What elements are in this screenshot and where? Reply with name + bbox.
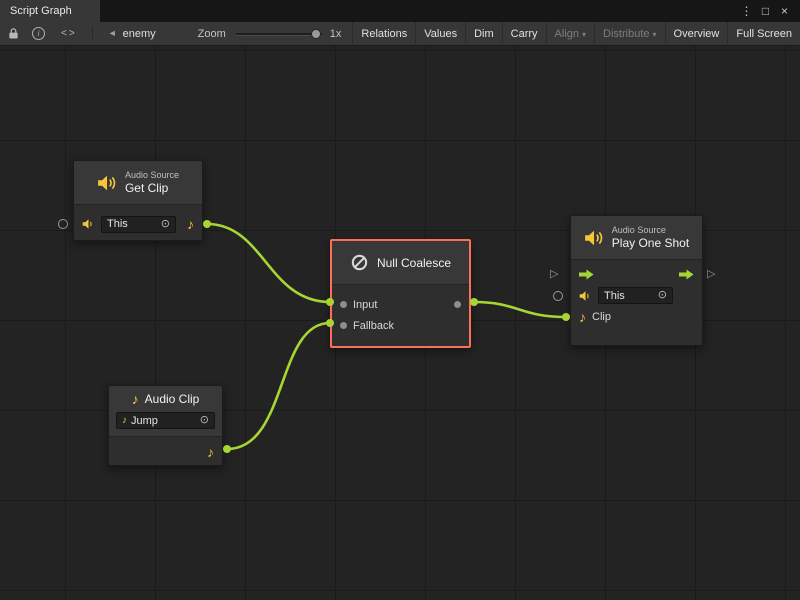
fallback-port-row: Fallback	[332, 315, 469, 336]
output-port[interactable]	[454, 301, 461, 308]
zoom-value: 1x	[330, 28, 342, 40]
node-category: Audio Source	[612, 225, 689, 236]
audio-clip-icon: ♪	[132, 392, 139, 406]
chevron-down-icon: ▾	[653, 30, 657, 39]
node-title: Audio Clip	[145, 392, 200, 406]
audio-clip-picker[interactable]: ♪ Jump ⊙	[116, 412, 215, 429]
object-picker-icon[interactable]: ⊙	[161, 219, 170, 230]
node-title: Null Coalesce	[377, 256, 451, 270]
distribute-label: Distribute	[603, 28, 649, 40]
tab-bar: Script Graph ⋮ □ ×	[0, 0, 800, 22]
node-category: Audio Source	[125, 170, 179, 181]
window-controls: ⋮ □ ×	[739, 0, 800, 22]
align-button[interactable]: Align▾	[546, 22, 594, 46]
window-menu-icon[interactable]: ⋮	[739, 4, 754, 18]
get-clip-target-input-port[interactable]	[58, 219, 68, 229]
flow-input-arrow-icon[interactable]	[579, 269, 594, 280]
audio-clip-value: Jump	[131, 415, 158, 427]
dim-label: Dim	[474, 28, 494, 40]
back-arrow-icon: ◄	[108, 29, 117, 38]
audio-source-icon	[584, 229, 604, 247]
zoom-label: Zoom	[198, 28, 226, 40]
relations-label: Relations	[361, 28, 407, 40]
flow-output-port-triangle[interactable]: ▷	[707, 269, 715, 280]
node-play-one-shot-header: Audio Source Play One Shot	[571, 216, 702, 260]
dim-button[interactable]: Dim	[465, 22, 502, 46]
node-audio-clip-header: ♪ Audio Clip	[109, 386, 222, 411]
values-label: Values	[424, 28, 457, 40]
toolbar-button-group: Relations Values Dim Carry Align▾ Distri…	[352, 22, 800, 46]
node-audio-clip[interactable]: ♪ Audio Clip ♪ Jump ⊙ ♪	[108, 385, 223, 466]
tab-script-graph[interactable]: Script Graph	[0, 0, 100, 22]
audio-clip-output-port-icon[interactable]: ♪	[187, 217, 194, 231]
overview-button[interactable]: Overview	[665, 22, 728, 46]
chevron-down-icon: ▾	[582, 30, 586, 39]
target-picker[interactable]: This ⊙	[101, 216, 176, 233]
flow-input-port-triangle[interactable]: ▷	[550, 269, 558, 280]
audio-clip-port-icon[interactable]: ♪	[579, 310, 586, 324]
toolbar-separator	[92, 26, 93, 41]
zoom-slider-handle[interactable]	[311, 29, 321, 39]
node-get-clip-header: Audio Source Get Clip	[74, 161, 202, 205]
carry-button[interactable]: Carry	[502, 22, 546, 46]
target-value: This	[604, 290, 625, 302]
get-clip-target-row: This ⊙ ♪	[74, 210, 202, 238]
play-one-shot-target-input-port[interactable]	[553, 291, 563, 301]
window-close-icon[interactable]: ×	[777, 4, 792, 18]
node-null-coalesce[interactable]: Null Coalesce Input Fallback	[330, 239, 471, 348]
clip-port-label: Clip	[592, 311, 611, 323]
node-title: Get Clip	[125, 181, 179, 195]
relations-button[interactable]: Relations	[352, 22, 415, 46]
lock-icon[interactable]	[8, 22, 19, 46]
audio-clip-output-row: ♪	[109, 441, 222, 462]
info-icon[interactable]: i	[32, 27, 45, 40]
node-title: Play One Shot	[612, 236, 689, 250]
distribute-button[interactable]: Distribute ▾	[594, 22, 664, 46]
full-screen-label: Full Screen	[736, 28, 792, 40]
audio-clip-output-port-icon[interactable]: ♪	[207, 445, 214, 459]
fallback-port[interactable]	[340, 322, 347, 329]
window-maximize-icon[interactable]: □	[758, 4, 773, 18]
audio-clip-value-row: ♪ Jump ⊙	[109, 411, 222, 437]
audio-source-icon	[82, 218, 95, 230]
values-button[interactable]: Values	[415, 22, 465, 46]
flow-output-arrow-icon[interactable]	[679, 269, 694, 280]
edit-code-icon[interactable]: <>	[61, 22, 77, 46]
audio-clip-mini-icon: ♪	[122, 416, 127, 426]
overview-label: Overview	[674, 28, 720, 40]
clip-port-row: ♪ Clip	[571, 306, 702, 327]
align-label: Align	[555, 28, 579, 40]
unity-script-graph-window: Script Graph ⋮ □ × i <> ◄ enemy Zoom 1x …	[0, 0, 800, 600]
node-footer-spacer	[571, 327, 702, 339]
graph-name: enemy	[123, 28, 156, 40]
zoom-slider-track	[236, 33, 322, 36]
audio-source-icon	[579, 290, 592, 302]
full-screen-button[interactable]: Full Screen	[727, 22, 800, 46]
object-picker-icon[interactable]: ⊙	[658, 290, 667, 301]
object-picker-icon[interactable]: ⊙	[200, 415, 209, 426]
input-port[interactable]	[340, 301, 347, 308]
node-play-one-shot[interactable]: Audio Source Play One Shot This ⊙ ♪ Clip	[570, 215, 703, 346]
target-picker[interactable]: This ⊙	[598, 287, 673, 304]
zoom-slider[interactable]	[236, 22, 322, 46]
fallback-port-label: Fallback	[353, 320, 394, 332]
graph-breadcrumb[interactable]: ◄ enemy	[108, 28, 156, 40]
tab-label: Script Graph	[10, 5, 72, 17]
null-coalesce-icon	[350, 253, 369, 272]
audio-source-icon	[97, 174, 117, 192]
play-one-shot-target-row: This ⊙	[571, 285, 702, 306]
input-port-label: Input	[353, 299, 377, 311]
carry-label: Carry	[511, 28, 538, 40]
toolbar: i <> ◄ enemy Zoom 1x Relations Values Di…	[0, 22, 800, 46]
input-port-row: Input	[332, 294, 469, 315]
control-flow-row	[571, 264, 702, 285]
node-null-coalesce-header: Null Coalesce	[332, 241, 469, 285]
target-value: This	[107, 218, 128, 230]
node-get-clip[interactable]: Audio Source Get Clip This ⊙ ♪	[73, 160, 203, 241]
